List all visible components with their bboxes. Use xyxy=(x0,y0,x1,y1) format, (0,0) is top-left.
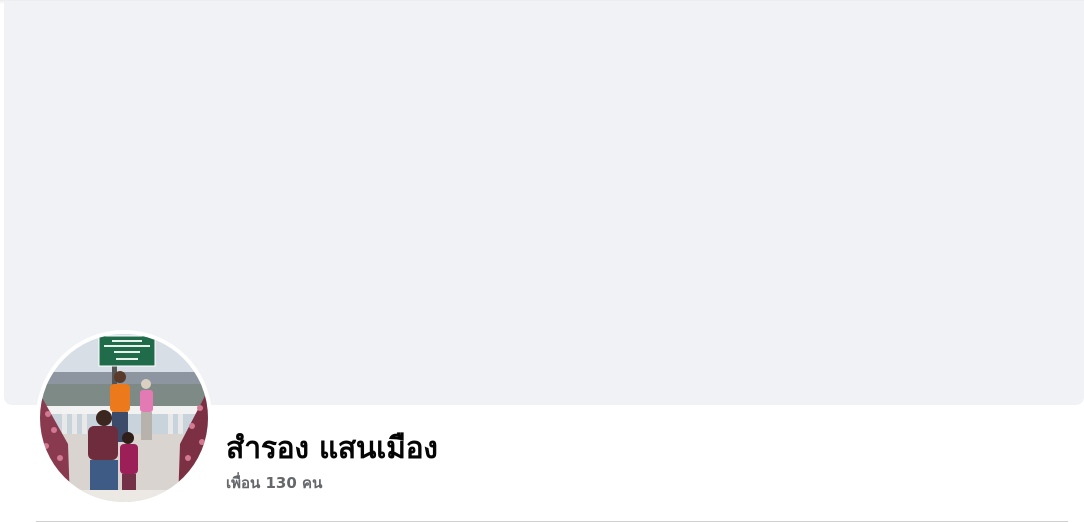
profile-photo-image xyxy=(40,334,208,502)
friends-count-link[interactable]: เพื่อน 130 คน xyxy=(226,471,322,495)
profile-name: สำรอง แสนเมือง xyxy=(226,431,438,466)
profile-picture[interactable] xyxy=(40,334,208,502)
header-divider xyxy=(36,521,1068,522)
